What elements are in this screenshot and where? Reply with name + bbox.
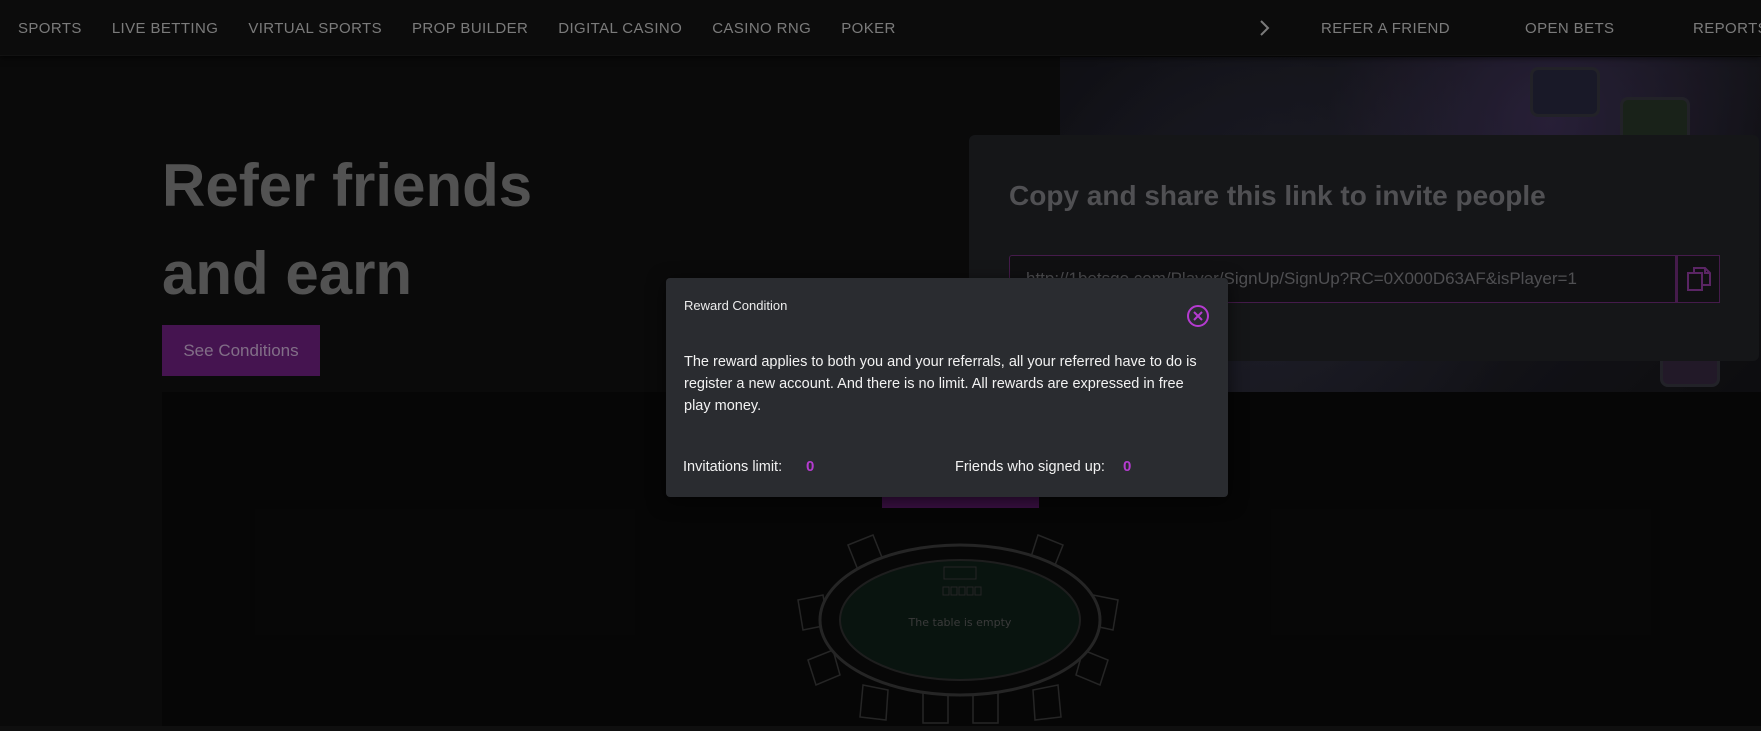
invitations-limit-value: 0	[806, 458, 815, 475]
dialog-body: The reward applies to both you and your …	[684, 354, 1197, 414]
friends-signed-up-value: 0	[1123, 458, 1132, 475]
invitations-limit-label: Invitations limit:	[683, 459, 783, 475]
close-icon[interactable]	[1186, 304, 1210, 328]
friends-signed-up-label: Friends who signed up:	[955, 459, 1105, 475]
dialog-title: Reward Condition	[684, 298, 788, 313]
reward-condition-dialog: Reward Condition The reward applies to b…	[666, 278, 1228, 497]
